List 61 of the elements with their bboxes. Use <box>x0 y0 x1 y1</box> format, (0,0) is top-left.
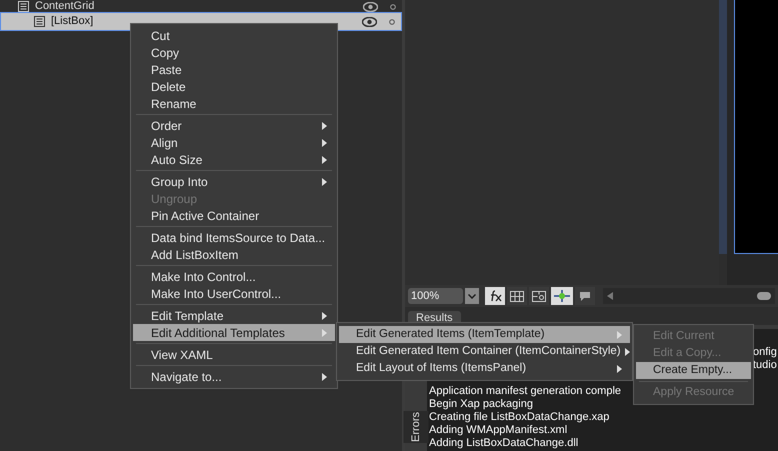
menu-item[interactable]: Pin Active Container <box>133 207 335 224</box>
menu-item[interactable]: Make Into Control... <box>133 268 335 285</box>
submenu-arrow-icon <box>617 364 622 372</box>
menu-item[interactable]: Edit Layout of Items (ItemsPanel) <box>339 360 630 377</box>
annotation-button[interactable] <box>575 287 595 305</box>
errors-tab[interactable]: Errors <box>404 411 428 443</box>
submenu-arrow-icon <box>617 330 622 338</box>
output-line: Begin Xap packaging <box>429 398 533 411</box>
menu-item[interactable]: Edit Generated Items (ItemTemplate) <box>339 326 630 343</box>
menu-item[interactable]: Order <box>133 117 335 134</box>
menu-item[interactable]: Edit Generated Item Container (ItemContainerStyle) <box>339 343 630 360</box>
menu-item[interactable]: Data bind ItemsSource to Data... <box>133 229 335 246</box>
speech-bubble-icon <box>579 290 591 302</box>
tree-label: ContentGrid <box>35 1 96 12</box>
output-line: onfig <box>753 346 777 359</box>
output-line: tudio <box>753 359 777 372</box>
submenu-arrow-icon <box>322 372 327 380</box>
snap-icon <box>554 290 570 302</box>
zoom-field[interactable]: 100% <box>408 288 463 304</box>
eye-icon[interactable] <box>363 2 378 12</box>
menu-item[interactable]: Delete <box>133 78 335 95</box>
formula-button[interactable] <box>485 287 505 305</box>
menu-item[interactable]: Create Empty... <box>636 362 751 379</box>
output-line: Application manifest generation comple <box>429 385 622 398</box>
lock-dot-icon[interactable] <box>389 18 395 24</box>
left-arrow-icon[interactable] <box>607 292 613 300</box>
fx-icon <box>488 290 502 302</box>
submenu-arrow-icon <box>322 138 327 146</box>
menu-item[interactable]: Group Into <box>133 173 335 190</box>
snap-button[interactable] <box>551 287 573 305</box>
menu-item[interactable]: Align <box>133 134 335 151</box>
menu-item[interactable]: Navigate to... <box>133 368 335 385</box>
submenu-arrow-icon <box>322 156 327 164</box>
scrollbar-thumb[interactable] <box>757 292 771 300</box>
menu-item[interactable]: Make Into UserControl... <box>133 285 335 302</box>
submenu-arrow-icon <box>322 312 327 320</box>
menu-item[interactable]: Copy <box>133 44 335 61</box>
listbox-icon <box>34 16 45 27</box>
chevron-down-icon <box>468 294 476 298</box>
menu-item[interactable]: Edit Template <box>133 307 335 324</box>
menu-item[interactable]: View XAML <box>133 346 335 363</box>
lock-dot-icon[interactable] <box>390 4 396 10</box>
menu-item[interactable]: Paste <box>133 61 335 78</box>
submenu-arrow-icon <box>624 348 630 356</box>
tree-label: [ListBox] <box>51 16 94 27</box>
eye-icon[interactable] <box>362 16 377 26</box>
output-line: Adding ListBoxDataChange.dll <box>429 437 578 450</box>
grid-button[interactable] <box>507 287 527 305</box>
menu-item[interactable]: Edit Additional Templates <box>133 324 335 341</box>
output-line: Adding WMAppManifest.xml <box>429 424 568 437</box>
grid-settings-button[interactable] <box>529 287 549 305</box>
menu-item[interactable]: Auto Size <box>133 151 335 168</box>
menu-item[interactable]: Add ListBoxItem <box>133 246 335 263</box>
menu-item[interactable]: Rename <box>133 95 335 112</box>
grid-gear-icon <box>532 290 546 302</box>
submenu-arrow-icon <box>322 122 327 130</box>
output-line: Creating file ListBoxDataChange.xap <box>429 411 610 424</box>
tree-row[interactable]: ContentGrid <box>0 1 402 12</box>
submenu-arrow-icon <box>322 178 327 186</box>
dropdown-button[interactable] <box>465 288 479 304</box>
submenu-arrow-icon <box>322 328 327 336</box>
